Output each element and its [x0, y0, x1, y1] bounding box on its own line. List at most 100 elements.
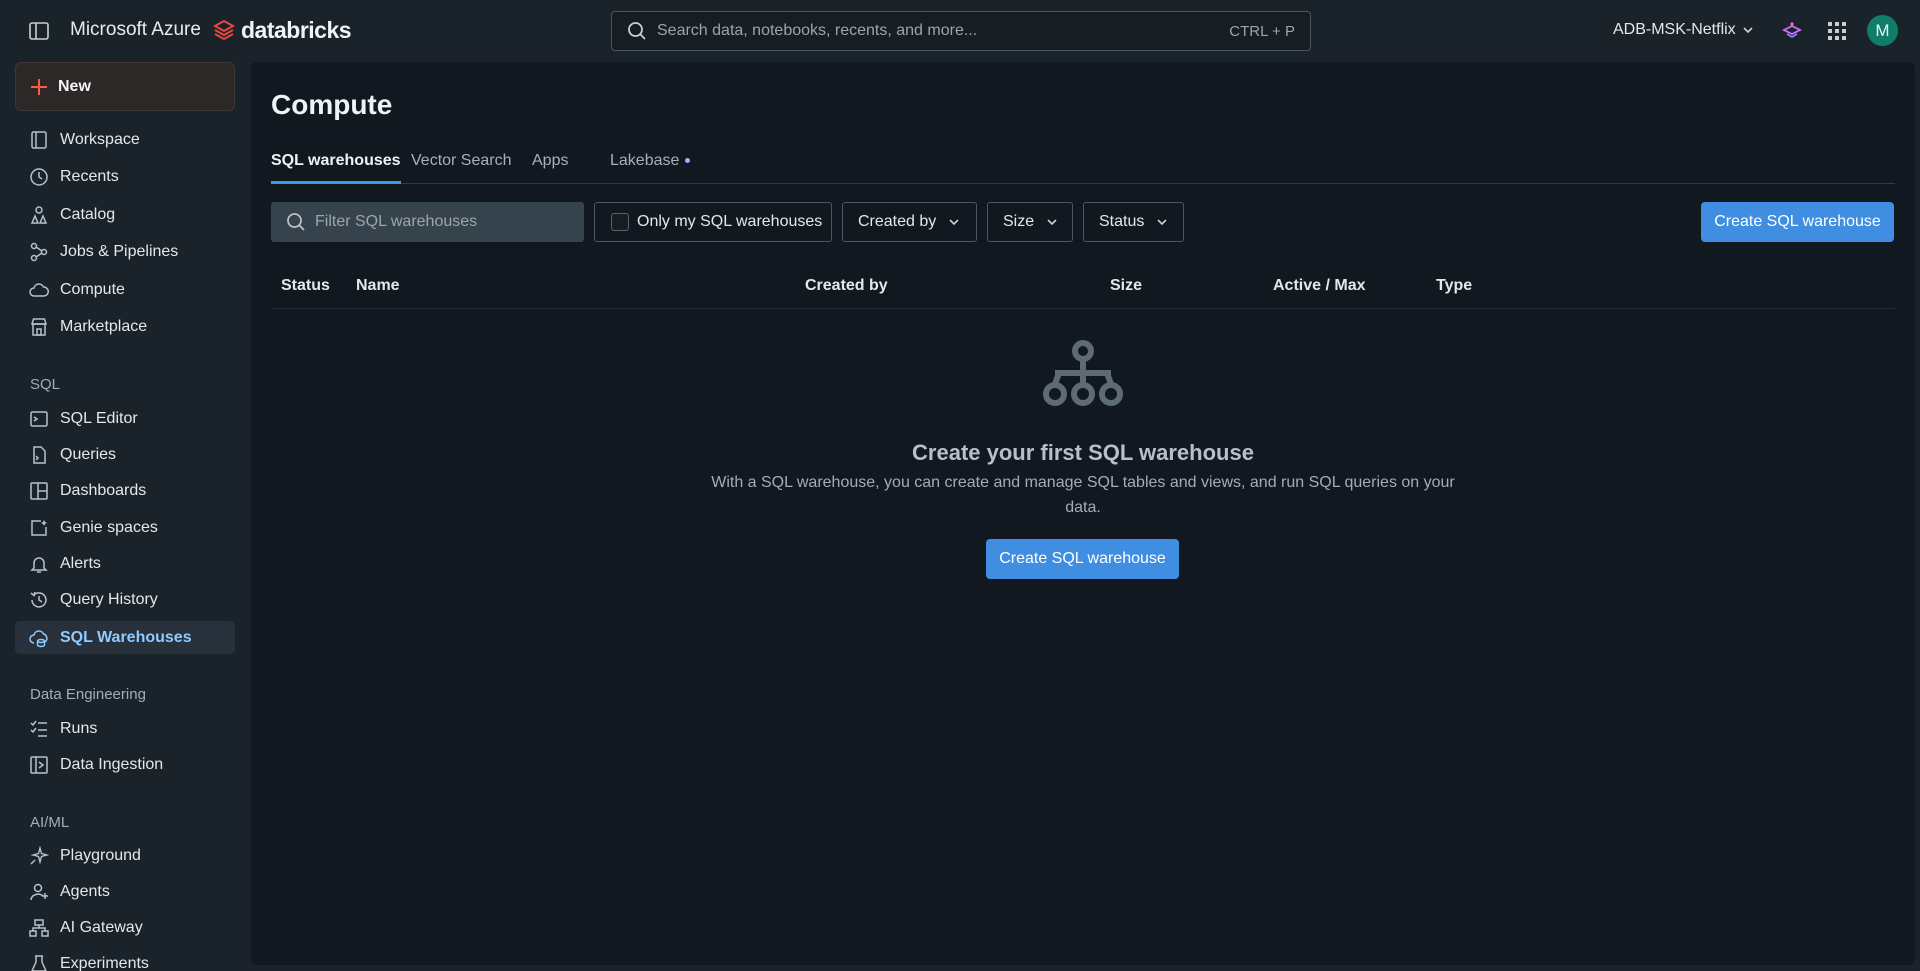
only-my-warehouses-toggle[interactable]: Only my SQL warehouses	[594, 202, 832, 242]
sidebar-item-query-history[interactable]: Query History	[15, 583, 235, 616]
databricks-logo-icon	[213, 19, 235, 40]
sidebar-item-jobs-pipelines[interactable]: Jobs & Pipelines	[15, 235, 235, 268]
column-header-created-by[interactable]: Created by	[805, 277, 888, 295]
sidebar-item-compute[interactable]: Compute	[15, 273, 235, 306]
warehouse-icon	[29, 630, 48, 648]
sidebar-item-alerts[interactable]: Alerts	[15, 547, 235, 580]
sidebar-item-label: AI Gateway	[60, 918, 143, 936]
workspace-switcher[interactable]: ADB-MSK-Netflix	[1613, 21, 1754, 39]
sidebar-section-data-engineering: Data Engineering	[30, 686, 146, 703]
catalog-icon	[30, 206, 48, 224]
sidebar-item-runs[interactable]: Runs	[15, 712, 235, 745]
empty-state-create-button[interactable]: Create SQL warehouse	[986, 539, 1179, 579]
column-header-active-max[interactable]: Active / Max	[1273, 277, 1365, 295]
sidebar-section-ai-ml: AI/ML	[30, 814, 70, 831]
terminal-icon	[30, 411, 48, 427]
tab-vector-search[interactable]: Vector Search	[411, 152, 512, 184]
sidebar-item-sql-warehouses[interactable]: SQL Warehouses	[15, 621, 235, 654]
filter-warehouses-input[interactable]	[315, 213, 584, 231]
databricks-logo[interactable]: databricks	[213, 17, 352, 44]
user-avatar[interactable]: M	[1867, 15, 1898, 46]
brand-azure-label: Microsoft Azure	[70, 19, 201, 40]
sidebar-item-data-ingestion[interactable]: Data Ingestion	[15, 748, 235, 781]
top-bar: Microsoft Azure databricks CTRL + P ADB-…	[0, 0, 1920, 62]
global-search-input[interactable]	[657, 22, 1230, 40]
status-filter[interactable]: Status	[1083, 202, 1184, 242]
workflow-icon	[30, 242, 48, 262]
created-by-filter-label: Created by	[858, 213, 937, 230]
size-filter[interactable]: Size	[987, 202, 1073, 242]
chevron-down-icon	[1157, 219, 1167, 226]
tab-sql-warehouses[interactable]: SQL warehouses	[271, 152, 401, 184]
filter-warehouses[interactable]	[271, 202, 584, 242]
chevron-down-icon	[1743, 27, 1753, 34]
tab-lakebase[interactable]: Lakebase	[610, 152, 691, 184]
sidebar-item-label: Jobs & Pipelines	[60, 242, 179, 260]
empty-state-title: Create your first SQL warehouse	[912, 440, 1254, 465]
history-icon	[30, 591, 47, 608]
main-panel: Compute SQL warehouses Vector Search App…	[251, 62, 1915, 965]
search-icon	[628, 22, 646, 40]
sidebar-item-experiments[interactable]: Experiments	[15, 947, 235, 971]
sidebar-item-workspace[interactable]: Workspace	[15, 123, 235, 156]
created-by-filter[interactable]: Created by	[842, 202, 977, 242]
new-button-label: New	[58, 77, 91, 95]
sidebar-item-genie-spaces[interactable]: Genie spaces	[15, 511, 235, 544]
tab-lakebase-label: Lakebase	[610, 152, 680, 169]
sidebar-item-label: Catalog	[60, 205, 116, 223]
sparkle-icon	[30, 846, 49, 865]
only-my-warehouses-checkbox[interactable]	[611, 213, 629, 231]
sidebar-section-sql: SQL	[30, 376, 61, 393]
sidebar-item-catalog[interactable]: Catalog	[15, 198, 235, 231]
column-header-size[interactable]: Size	[1110, 277, 1142, 295]
column-header-type[interactable]: Type	[1436, 277, 1472, 295]
sidebar-item-label: Queries	[60, 445, 117, 463]
sidebar-item-sql-editor[interactable]: SQL Editor	[15, 402, 235, 435]
grid-icon	[1828, 22, 1846, 40]
sidebar-item-agents[interactable]: Agents	[15, 875, 235, 908]
sidebar: New Workspace Recents Catalog Jobs & Pip…	[0, 62, 250, 971]
sidebar-item-ai-gateway[interactable]: AI Gateway	[15, 911, 235, 944]
sidebar-item-recents[interactable]: Recents	[15, 160, 235, 193]
plus-icon	[31, 78, 47, 95]
chevron-down-icon	[1047, 219, 1057, 226]
workspace-icon	[31, 131, 47, 149]
sidebar-item-label: Alerts	[60, 554, 101, 572]
sidebar-item-label: Dashboards	[60, 481, 147, 499]
size-filter-label: Size	[1003, 213, 1035, 230]
sidebar-item-label: Data Ingestion	[60, 755, 164, 773]
sidebar-item-label: Runs	[60, 719, 98, 737]
new-indicator-dot	[685, 158, 691, 164]
gateway-icon	[29, 919, 49, 937]
column-header-name[interactable]: Name	[356, 277, 400, 295]
tab-apps[interactable]: Apps	[532, 152, 568, 184]
agent-icon	[30, 883, 48, 901]
global-search[interactable]: CTRL + P	[611, 11, 1311, 51]
sidebar-item-label: SQL Warehouses	[60, 628, 192, 646]
column-header-status[interactable]: Status	[281, 277, 330, 295]
sidebar-item-queries[interactable]: Queries	[15, 438, 235, 471]
create-sql-warehouse-button[interactable]: Create SQL warehouse	[1701, 202, 1894, 242]
new-button[interactable]: New	[15, 62, 235, 111]
assistant-icon	[1781, 22, 1803, 39]
chevron-down-icon	[949, 219, 959, 226]
clock-icon	[30, 168, 48, 186]
page-title: Compute	[271, 89, 393, 120]
sidebar-toggle-icon[interactable]	[28, 20, 50, 42]
sidebar-item-label: Agents	[60, 882, 110, 900]
compute-tabs: SQL warehouses Vector Search Apps Lakeba…	[271, 148, 1895, 184]
sidebar-item-dashboards[interactable]: Dashboards	[15, 474, 235, 507]
sidebar-item-playground[interactable]: Playground	[15, 839, 235, 872]
flask-icon	[31, 955, 47, 971]
sidebar-item-label: Playground	[60, 846, 141, 864]
status-filter-label: Status	[1099, 213, 1145, 230]
assistant-button[interactable]	[1781, 20, 1803, 42]
sidebar-item-label: Query History	[60, 590, 158, 608]
sidebar-item-label: SQL Editor	[60, 409, 138, 427]
bell-icon	[30, 557, 48, 573]
workspace-name: ADB-MSK-Netflix	[1613, 21, 1736, 38]
sidebar-item-marketplace[interactable]: Marketplace	[15, 310, 235, 343]
warehouse-hierarchy-icon	[1043, 340, 1123, 406]
apps-launcher-button[interactable]	[1827, 21, 1847, 41]
sidebar-item-label: Genie spaces	[60, 518, 158, 536]
